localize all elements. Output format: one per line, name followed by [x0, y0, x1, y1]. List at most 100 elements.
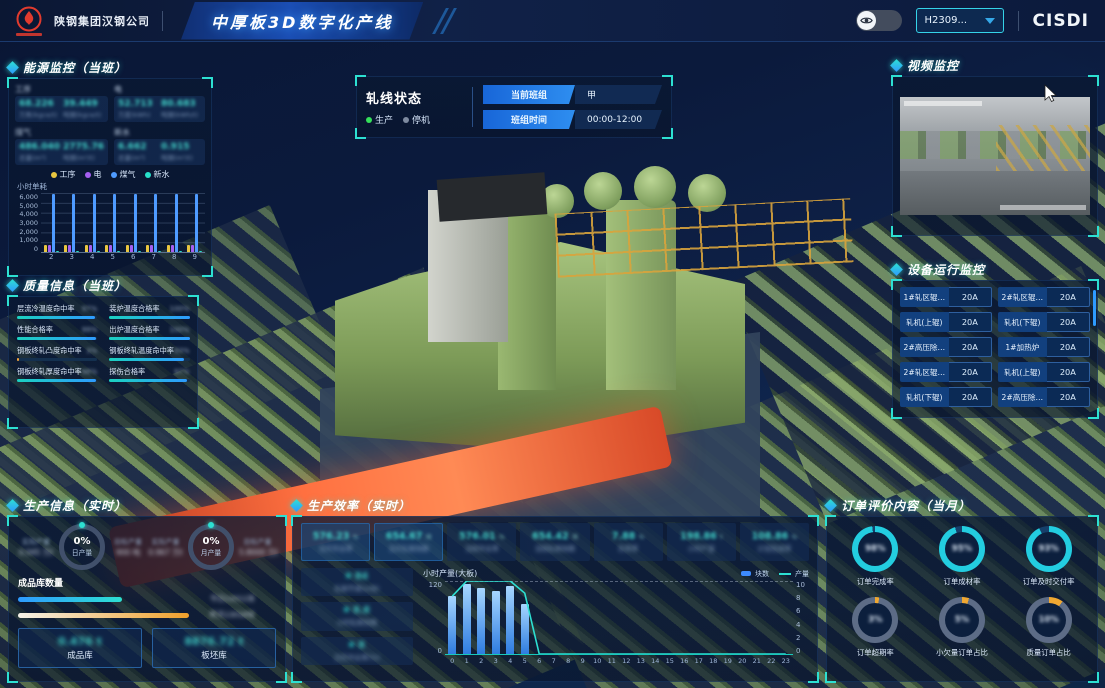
- efficiency-stat-value: 198.86 t: [680, 531, 722, 542]
- quality-metric-top: 探伤合格率 97%: [109, 367, 189, 377]
- donut-label: 订单及时交付率: [1023, 576, 1075, 587]
- quality-metric-top: 钢板终轧温度命中率 93%: [109, 346, 189, 356]
- equipment-panel-title-row: 设备运行监控: [892, 260, 1098, 278]
- order-donuts: 98% 订单完成率 95% 订单成材率 93% 订单及时交付率 3% 订单超期率…: [834, 526, 1090, 658]
- stock-bars: 今日12011块 昨天13018块: [18, 594, 276, 620]
- energy-bar-group: [164, 193, 185, 252]
- visibility-toggle[interactable]: [856, 10, 902, 31]
- equipment-scrollbar[interactable]: [1093, 290, 1096, 326]
- equipment-name: 2#轧区辊…: [998, 287, 1047, 307]
- efficiency-stat-label: 当班轧制块数: [535, 543, 576, 553]
- camera-select-dropdown[interactable]: H2309...: [916, 8, 1004, 33]
- quality-bar-track: [109, 379, 189, 382]
- energy-value-col: 80.683 吨钢(kWh/t): [161, 99, 201, 119]
- legend-bars-swatch: [741, 571, 751, 576]
- video-panel: 视频监控: [892, 56, 1098, 236]
- donut-ring: 10%: [1026, 597, 1072, 643]
- efficiency-panel-body: 576.23 % 当天作业率 654.67 块 当天轧制块数 576.01 % …: [292, 516, 818, 682]
- quality-panel-title-row: 质量信息（当班）: [8, 276, 198, 294]
- line-status-left: 轧线状态 生产 停机: [366, 88, 462, 126]
- equipment-row[interactable]: 1#加热炉 20A: [998, 337, 1090, 357]
- donut-value: 5%: [939, 597, 985, 643]
- video-panel-body: [892, 76, 1098, 236]
- efficiency-stat-label: 当班作业率: [465, 543, 499, 553]
- quality-bar-fill: [17, 337, 96, 340]
- quality-panel-body: 层流冷温度命中率 97% 装炉温度合格率 100% 性能合格率 99% 出炉温度…: [8, 296, 198, 428]
- energy-group-values: 52.713 万度(kWh) 80.683 吨钢(kWh/t): [114, 96, 205, 122]
- y-tick-label: 0: [34, 245, 38, 253]
- gauge-target-label: 目标产量: [239, 537, 276, 547]
- quality-metric-value: 98%: [82, 368, 98, 376]
- donut-value: 10%: [1026, 597, 1072, 643]
- y-tick-label: 0: [438, 647, 442, 655]
- energy-value: 68.226: [19, 99, 60, 109]
- energy-value: 2775.76: [63, 142, 104, 152]
- equipment-row[interactable]: 轧机(上辊) 20A: [900, 312, 992, 332]
- video-feed[interactable]: [900, 97, 1090, 215]
- y-tick-label: 5,000: [19, 202, 38, 210]
- dashboard-stage: 陕钢集团汉钢公司 中厚板3D数字化产线 H2309... CISDI 能源监控（…: [0, 0, 1105, 688]
- hourly-chart-header: 小时产量(大板) 块数 产量: [423, 568, 809, 579]
- energy-group: 煤气 486.040 总量(m³) 2775.76 吨钢(m³/t): [15, 127, 108, 165]
- x-tick-label: 0: [445, 657, 460, 665]
- company-logo: [16, 6, 42, 36]
- hourly-chart-right-axis: 1086420: [793, 581, 809, 655]
- efficiency-stat-box: 576.23 % 当天作业率: [301, 523, 370, 561]
- legend-label: 新水: [154, 169, 170, 180]
- diamond-icon: [890, 263, 903, 276]
- production-panel: 生产信息（实时） 实际产量 0.045 万t 0% 日产量 目标产量 900 吨…: [8, 496, 286, 682]
- gauge-target: 目标产量 900 吨: [110, 537, 146, 558]
- line-status-panel: 轧线状态 生产 停机 当前班组 甲 班组时间 00:00-12:00: [356, 76, 672, 138]
- y-tick-label: 4: [796, 621, 800, 629]
- x-tick-label: 7: [547, 657, 562, 665]
- energy-chart-x-axis: 23456789: [41, 253, 205, 261]
- energy-bar-group: [41, 193, 62, 252]
- legend-label: 电: [94, 169, 102, 180]
- gauge-percent: 0%: [203, 537, 220, 547]
- gauge-ring: 0% 月产量: [188, 524, 234, 570]
- hourly-chart-x-axis: 01234567891011121314151617181920212223: [445, 657, 809, 665]
- efficiency-stat-value: 654.42 块: [532, 531, 578, 542]
- stock-bar-fill: [18, 597, 122, 602]
- equipment-row[interactable]: 轧机(下辊) 20A: [998, 312, 1090, 332]
- quality-metric-label: 性能合格率: [17, 325, 53, 335]
- efficiency-stat-label: 当天作业率: [319, 543, 353, 553]
- x-tick-label: 17: [692, 657, 707, 665]
- equipment-row[interactable]: 轧机(下辊) 20A: [900, 387, 992, 407]
- divider: [1018, 11, 1019, 31]
- quality-metric-value: 99%: [82, 326, 98, 334]
- production-panel-title: 生产信息（实时）: [23, 497, 127, 514]
- equipment-name: 2#轧区辊…: [900, 362, 949, 382]
- production-panel-body: 实际产量 0.045 万t 0% 日产量 目标产量 900 吨 实际产量 0.9…: [8, 516, 286, 682]
- efficiency-stat-box: 654.67 块 当天轧制块数: [374, 523, 443, 561]
- order-donut: 3% 订单超期率: [834, 597, 917, 658]
- energy-value-col: 0.915 吨钢(m³/t): [161, 142, 201, 162]
- equipment-row[interactable]: 2#高压除… 20A: [900, 337, 992, 357]
- side-stat-value: 8.8: [344, 605, 370, 616]
- equipment-row[interactable]: 轧机(上辊) 20A: [998, 362, 1090, 382]
- donut-value: 3%: [852, 597, 898, 643]
- legend-item: 生产: [366, 113, 393, 126]
- quality-bar-track: [109, 337, 189, 340]
- energy-chart-plot: [41, 193, 205, 253]
- order-donut: 95% 订单成材率: [921, 526, 1004, 587]
- stock-bar-label: 今日12011块: [210, 594, 254, 604]
- energy-value-col: 486.040 总量(m³): [19, 142, 60, 162]
- equipment-row[interactable]: 2#轧区辊… 20A: [998, 287, 1090, 307]
- quality-bar-track: [17, 337, 97, 340]
- x-tick-label: 2: [474, 657, 489, 665]
- equipment-row[interactable]: 2#高压除… 20A: [998, 387, 1090, 407]
- top-bar-right: H2309... CISDI: [856, 8, 1089, 33]
- quality-metric-value: 97%: [174, 368, 190, 376]
- equipment-name: 1#加热炉: [998, 337, 1047, 357]
- donut-ring: 98%: [852, 526, 898, 572]
- equipment-panel-title: 设备运行监控: [907, 261, 985, 278]
- equipment-row[interactable]: 1#轧区辊… 20A: [900, 287, 992, 307]
- orders-panel-title-row: 订单评价内容（当月）: [826, 496, 1098, 514]
- equipment-row[interactable]: 2#轧区辊… 20A: [900, 362, 992, 382]
- gauge-actual: 实际产量 0.045 万t: [18, 537, 54, 558]
- orders-panel-title: 订单评价内容（当月）: [841, 497, 971, 514]
- quality-metric-top: 层流冷温度命中率 97%: [17, 304, 97, 314]
- x-tick-label: 1: [460, 657, 475, 665]
- gauge-actual-label: 实际产量: [18, 537, 54, 547]
